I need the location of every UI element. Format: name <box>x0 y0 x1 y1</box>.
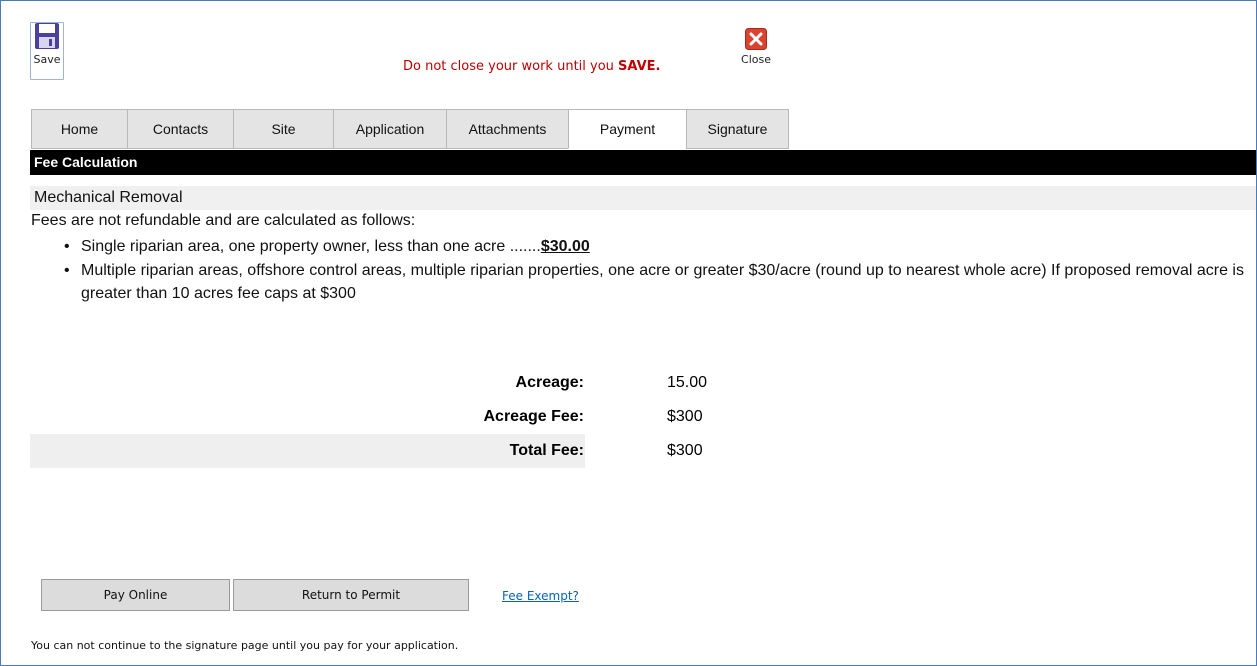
tab-label: Contacts <box>152 121 209 137</box>
pay-online-label: Pay Online <box>103 588 168 602</box>
tab-label: Site <box>271 121 296 137</box>
section-header: Fee Calculation <box>30 150 1256 175</box>
save-label: Save <box>33 53 61 66</box>
tab-application[interactable]: Application <box>333 109 446 149</box>
tab-payment[interactable]: Payment <box>568 109 686 149</box>
acreage-fee-value: $300 <box>667 408 703 425</box>
tab-label: Signature <box>707 121 768 137</box>
tab-label: Payment <box>599 121 656 137</box>
tab-contacts[interactable]: Contacts <box>127 109 233 149</box>
fee-exempt-link[interactable]: Fee Exempt? <box>502 589 579 603</box>
tab-site[interactable]: Site <box>233 109 333 149</box>
total-fee-label: Total Fee: <box>509 442 584 459</box>
section-subtitle: Mechanical Removal <box>30 186 1256 210</box>
pay-online-button[interactable]: Pay Online <box>41 579 230 611</box>
total-fee-value: $300 <box>667 442 703 459</box>
acreage-fee-label: Acreage Fee: <box>483 408 585 425</box>
tab-label: Attachments <box>468 121 547 137</box>
close-icon <box>731 28 781 50</box>
total-fee-row: Total Fee: $300 <box>30 434 730 468</box>
acreage-label: Acreage: <box>515 374 584 391</box>
return-to-permit-button[interactable]: Return to Permit <box>233 579 469 611</box>
save-button[interactable]: Save <box>31 22 63 82</box>
fee-item-text: Multiple riparian areas, offshore contro… <box>81 262 1244 302</box>
tab-attachments[interactable]: Attachments <box>446 109 568 149</box>
acreage-value: 15.00 <box>667 374 708 391</box>
close-label: Close <box>741 53 771 66</box>
tab-label: Home <box>60 121 99 137</box>
close-button[interactable]: Close <box>731 28 781 66</box>
acreage-fee-row: Acreage Fee: $300 <box>30 400 730 434</box>
tab-signature[interactable]: Signature <box>686 109 789 149</box>
save-warning-text: Do not close your work until you <box>403 59 619 74</box>
list-item: Single riparian area, one property owner… <box>61 235 1251 258</box>
fee-item-amount: $30.00 <box>540 238 590 255</box>
fee-list: Single riparian area, one property owner… <box>61 235 1251 306</box>
tab-label: Application <box>355 121 425 137</box>
fee-item-text: Single riparian area, one property owner… <box>81 238 541 255</box>
save-warning-emphasis: SAVE. <box>618 59 661 74</box>
return-to-permit-label: Return to Permit <box>301 588 401 602</box>
toolbar: Save Do not close your work until you SA… <box>1 1 1256 106</box>
tab-bar: Home Contacts Site Application Attachmen… <box>31 109 789 149</box>
save-warning: Do not close your work until you SAVE. <box>403 59 660 74</box>
acreage-row: Acreage: 15.00 <box>30 366 730 400</box>
save-icon <box>31 22 63 50</box>
list-item: Multiple riparian areas, offshore contro… <box>61 259 1251 305</box>
fees-intro: Fees are not refundable and are calculat… <box>31 212 416 229</box>
footer-note: You can not continue to the signature pa… <box>31 639 459 652</box>
tab-home[interactable]: Home <box>31 109 127 149</box>
